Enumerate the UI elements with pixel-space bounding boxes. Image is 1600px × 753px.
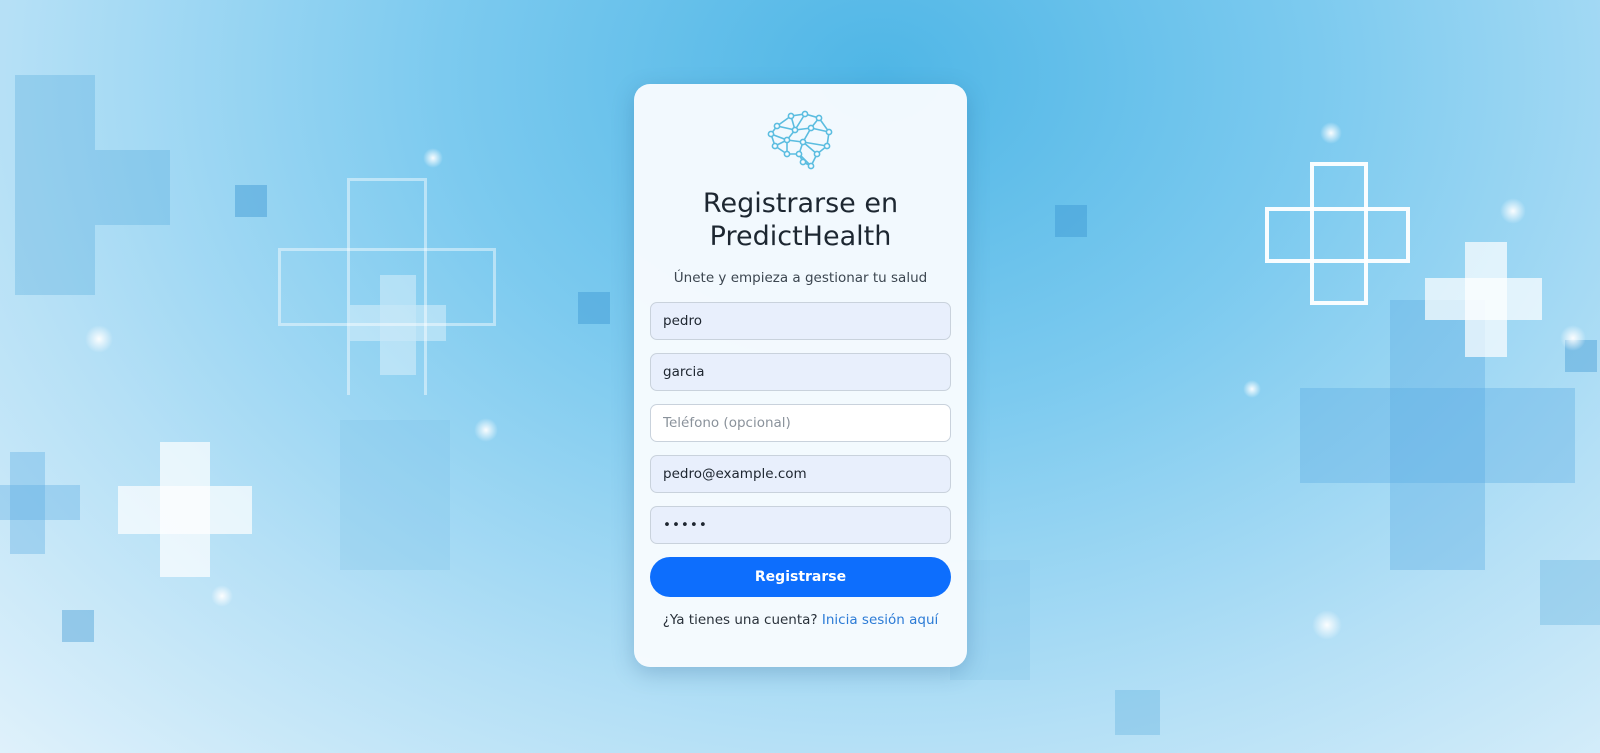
bg-shape [340, 420, 450, 570]
bg-shape [95, 150, 170, 225]
bg-glow [1312, 610, 1342, 640]
bg-shape [1055, 205, 1087, 237]
page-title: Registrarse en PredictHealth [702, 188, 899, 252]
email-field[interactable] [650, 455, 951, 493]
bg-glow [85, 325, 113, 353]
bg-glow [1320, 122, 1342, 144]
bg-shape [62, 610, 94, 642]
first-name-field[interactable] [650, 302, 951, 340]
bg-glow [474, 418, 498, 442]
page-subtitle: Únete y empieza a gestionar tu salud [673, 270, 928, 286]
bg-shape [1115, 690, 1160, 735]
bg-glow [423, 148, 443, 168]
login-prompt: ¿Ya tienes una cuenta? Inicia sesión aqu… [634, 612, 967, 628]
bg-shape [578, 292, 610, 324]
bg-glow [1500, 198, 1526, 224]
last-name-field[interactable] [650, 353, 951, 391]
phone-field[interactable] [650, 404, 951, 442]
bg-shape [15, 75, 95, 295]
bg-shape [235, 185, 267, 217]
login-link[interactable]: Inicia sesión aquí [822, 612, 938, 628]
register-button[interactable]: Registrarse [650, 557, 951, 597]
bg-shape [1540, 560, 1600, 625]
login-question: ¿Ya tienes una cuenta? [662, 612, 818, 628]
bg-glow [211, 585, 233, 607]
password-field[interactable] [650, 506, 951, 544]
bg-glow [1560, 325, 1586, 351]
bg-glow [1243, 380, 1261, 398]
brain-network-icon [767, 110, 833, 170]
register-card: Registrarse en PredictHealth Únete y emp… [634, 84, 967, 667]
